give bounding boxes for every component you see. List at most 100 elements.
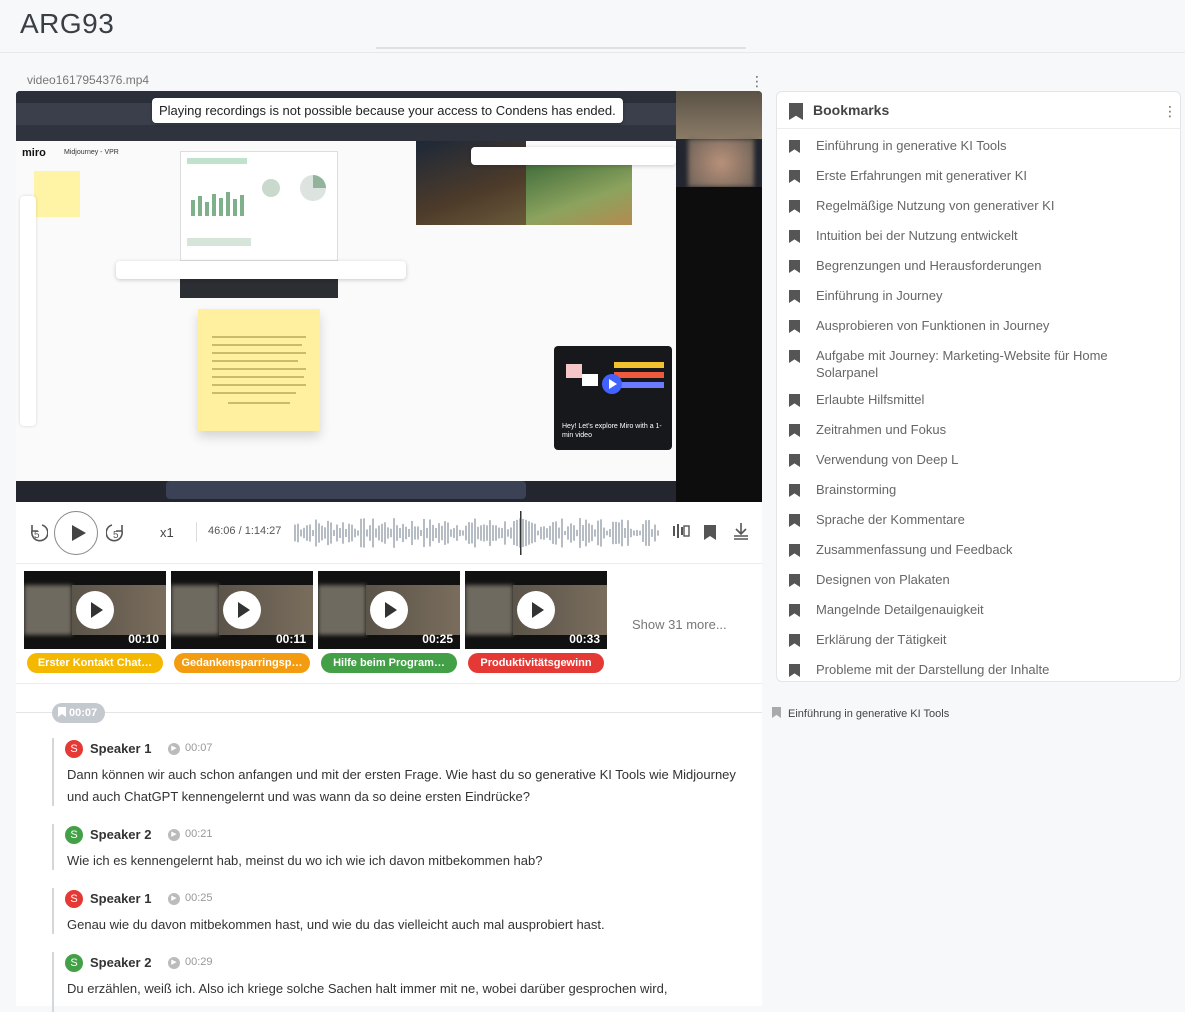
waveform-bar xyxy=(612,521,614,545)
bookmark-item[interactable]: Erklärung der Tätigkeit xyxy=(777,626,1180,656)
explore-illustration xyxy=(566,362,664,394)
bookmark-item[interactable]: Einführung in Journey xyxy=(777,282,1180,312)
waveform-bar xyxy=(447,522,449,544)
waveform-bar xyxy=(513,521,515,545)
waveform-bar xyxy=(366,529,368,537)
bookmark-item[interactable]: Aufgabe mit Journey: Marketing-Website f… xyxy=(777,342,1180,386)
waveform-bar xyxy=(393,518,395,548)
bookmark-item[interactable]: Ausprobieren von Funktionen in Journey xyxy=(777,312,1180,342)
waveform-bar xyxy=(507,529,509,537)
waveform-bar xyxy=(324,527,326,539)
section-time-badge[interactable]: 00:07 xyxy=(52,703,106,723)
waveform-bar xyxy=(360,518,362,548)
clip-card[interactable]: 00:33 Produktivitätsgewinn xyxy=(465,571,607,677)
clip-play-icon[interactable] xyxy=(370,591,408,629)
clip-card[interactable]: 00:11 Gedankensparringsp… xyxy=(171,571,313,677)
clip-tag[interactable]: Produktivitätsgewinn xyxy=(468,653,604,673)
waveform-bar xyxy=(657,530,659,536)
bookmark-item[interactable]: Zusammenfassung und Feedback xyxy=(777,536,1180,566)
waveform-bar xyxy=(516,519,518,547)
waveform-bar xyxy=(588,523,590,543)
bookmark-icon xyxy=(704,525,716,540)
current-bookmark-text: Einführung in generative KI Tools xyxy=(788,708,950,720)
rewind-icon[interactable]: 5 xyxy=(28,520,49,551)
bookmark-item[interactable]: Regelmäßige Nutzung von generativer KI xyxy=(777,192,1180,222)
bookmark-icon xyxy=(789,394,800,407)
waveform-bar xyxy=(399,527,401,539)
playback-speed[interactable]: x1 xyxy=(160,525,174,540)
bookmark-item[interactable]: Verwendung von Deep L xyxy=(777,446,1180,476)
waveform-bar xyxy=(357,530,359,536)
waveform-bar xyxy=(345,528,347,538)
waveform-bar xyxy=(423,518,425,548)
waveform-bar xyxy=(615,521,617,545)
clip-thumbnail: 00:33 xyxy=(465,571,607,649)
bookmark-item[interactable]: Begrenzungen und Herausforderungen xyxy=(777,252,1180,282)
current-bookmark-label: Einführung in generative KI Tools xyxy=(772,707,949,720)
clip-tag[interactable]: Erster Kontakt Chat… xyxy=(27,653,163,673)
waveform-bar xyxy=(327,520,329,546)
bookmark-item[interactable]: Intuition bei der Nutzung entwickelt xyxy=(777,222,1180,252)
waveform-bar xyxy=(522,518,524,548)
waveform-bar xyxy=(468,522,470,544)
speaker-name[interactable]: Speaker 1 xyxy=(90,741,151,756)
waveform-bar xyxy=(576,529,578,537)
clip-tag[interactable]: Hilfe beim Program… xyxy=(321,653,457,673)
bookmark-item[interactable]: Sprache der Kommentare xyxy=(777,506,1180,536)
show-more-clips-link[interactable]: Show 31 more... xyxy=(632,617,727,632)
bookmark-item[interactable]: Einführung in generative KI Tools xyxy=(777,132,1180,162)
audio-waveform[interactable] xyxy=(292,511,662,555)
clip-play-icon[interactable] xyxy=(517,591,555,629)
page-title: ARG93 xyxy=(20,8,115,39)
video-player[interactable]: miro Midjourney - VPR Hey! Let's explore… xyxy=(16,91,762,502)
bookmark-item[interactable]: Zeitrahmen und Fokus xyxy=(777,416,1180,446)
bookmarks-panel: Bookmarks ⋮ Einführung in generative KI … xyxy=(776,91,1181,682)
clip-play-icon[interactable] xyxy=(223,591,261,629)
utterance-timestamp[interactable]: 00:21 xyxy=(168,828,213,841)
bookmarks-more-icon[interactable]: ⋮ xyxy=(1163,104,1177,118)
add-bookmark-icon[interactable] xyxy=(704,524,716,545)
screen-miro-board: miro Midjourney - VPR Hey! Let's explore… xyxy=(16,141,676,481)
play-button[interactable] xyxy=(54,511,98,555)
waveform-settings-icon[interactable] xyxy=(672,522,690,543)
waveform-bar xyxy=(477,526,479,540)
bookmark-icon xyxy=(789,514,800,527)
clip-play-icon[interactable] xyxy=(76,591,114,629)
waveform-bar xyxy=(651,529,653,537)
download-icon[interactable] xyxy=(733,522,749,545)
bookmark-label: Begrenzungen und Herausforderungen xyxy=(816,258,1042,273)
bookmarks-title: Bookmarks xyxy=(813,102,890,118)
clip-tag[interactable]: Gedankensparringsp… xyxy=(174,653,310,673)
forward-seconds: 5 xyxy=(113,530,119,541)
bookmark-item[interactable]: Mangelnde Detailgenauigkeit xyxy=(777,596,1180,626)
utterance-timestamp[interactable]: 00:29 xyxy=(168,956,213,969)
clip-card[interactable]: 00:25 Hilfe beim Program… xyxy=(318,571,460,677)
bookmark-item[interactable]: Erlaubte Hilfsmittel xyxy=(777,386,1180,416)
waveform-bar xyxy=(654,524,656,542)
waveform-bar xyxy=(540,526,542,540)
bookmark-label: Erklärung der Tätigkeit xyxy=(816,632,947,647)
bookmark-item[interactable]: Erste Erfahrungen mit generativer KI xyxy=(777,162,1180,192)
speaker-name[interactable]: Speaker 2 xyxy=(90,955,151,970)
speaker-avatar: S xyxy=(65,954,83,972)
bookmark-item[interactable]: Probleme mit der Darstellung der Inhalte xyxy=(777,656,1180,681)
bookmark-label: Zeitrahmen und Fokus xyxy=(816,422,947,437)
waveform-bar xyxy=(435,527,437,539)
bookmark-item[interactable]: Designen von Plakaten xyxy=(777,566,1180,596)
waveform-bar xyxy=(489,520,491,546)
speaker-name[interactable]: Speaker 2 xyxy=(90,827,151,842)
player-controls: 5 5 x1 46:06 / 1:14:27 xyxy=(16,502,762,564)
forward-icon[interactable]: 5 xyxy=(105,520,126,551)
utterance-timestamp[interactable]: 00:07 xyxy=(168,742,213,755)
waveform-bar xyxy=(402,523,404,543)
bookmark-icon xyxy=(789,140,800,153)
playhead[interactable] xyxy=(520,511,522,555)
waveform-bar xyxy=(321,525,323,541)
utterance-timestamp[interactable]: 00:25 xyxy=(168,892,213,905)
waveform-bar xyxy=(387,527,389,539)
bookmark-item[interactable]: Brainstorming xyxy=(777,476,1180,506)
waveform-bar xyxy=(408,529,410,537)
speaker-name[interactable]: Speaker 1 xyxy=(90,891,151,906)
video-more-icon[interactable]: ⋮ xyxy=(750,74,764,88)
clip-card[interactable]: 00:10 Erster Kontakt Chat… xyxy=(24,571,166,677)
